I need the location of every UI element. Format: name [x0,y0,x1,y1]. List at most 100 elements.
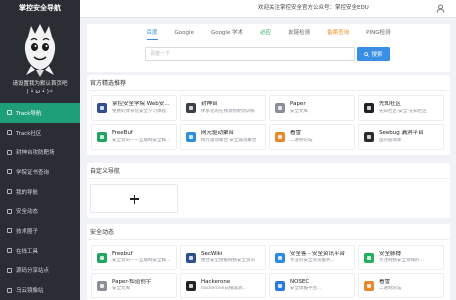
custom-nav-section: 自定义导航 [87,163,450,218]
site-card[interactable]: Freebuf 安全资讯——互联网安全媒体... [91,245,177,270]
search-engine-tabs: 百度 Google Google 学术 必应 友链检测 备案查询 PING检测 [87,30,450,40]
site-description: 专业的安全资讯服务... [290,258,335,263]
site-card[interactable]: 封神台 体系化的在线攻防靶场训练 [180,95,266,121]
hackerone-icon [186,280,196,291]
site-card[interactable]: 看雪 二进制论坛 [269,124,355,150]
section-title: 安全动态 [90,229,115,236]
xianzhi-icon [364,103,374,113]
tool-icon [7,248,12,254]
site-title: Seebug 漏洞平台 [379,130,424,136]
site-text: Seebug 漏洞平台 国内漏洞库 [379,130,440,144]
nosec-icon [275,280,285,291]
search-engine-tab[interactable]: PING检测 [366,30,390,40]
site-card[interactable]: 安全客 - 安全资讯平台 专业的安全资讯服务... [269,245,355,270]
sidebar-item[interactable]: 技术圈子 [0,221,80,241]
sidebar-item[interactable]: Track导航 [0,103,80,123]
site-card[interactable]: 安全脉搏 专注网络安全领域的... [358,245,444,270]
sidebar-item-label: 安全动态 [16,209,39,216]
sidebar-menu: Track导航 Track社区 封神台攻防靶场 学院证书查询 我的导航 安全动态… [0,103,80,300]
site-text: Freebuf 安全资讯——互联网安全媒体... [112,251,173,265]
search-input[interactable] [145,47,355,61]
site-card[interactable]: FreeBuf 安全资讯——互联网安全媒... [91,124,177,150]
search-engine-tab[interactable]: 友链检测 [288,30,310,40]
plus-icon [130,194,139,204]
secwiki-icon [186,252,196,263]
site-card[interactable]: 掌控安全学院 Web安全... 免费的体系化安全学习课程 [91,95,177,121]
target-icon [7,149,12,155]
site-card[interactable]: 看雪 二进制论坛 [358,273,444,298]
sidebar: 掌控安全导航 请设置我为默认首页吧 ( •̀ ω •́ )✧ Track导航 T… [0,0,80,300]
sidebar-item-label: Track导航 [16,110,42,117]
site-card[interactable]: Paper-知道创宇 安全文库 [91,273,177,298]
site-card[interactable]: Hackerone hackerone白帽漏洞... [180,273,266,298]
secpulse-icon [364,252,374,263]
search-engine-tab[interactable]: 必应 [260,30,271,40]
site-title: 封神台 [201,101,218,107]
site-description: 国内漏洞库 [379,137,402,143]
site-description: 体系化的在线攻防靶场训练 [201,108,255,114]
sidebar-item-label: 技术圈子 [16,228,39,235]
site-title: SecWiki [201,250,223,257]
section-divider [87,90,450,91]
site-text: Paper 安全文库 [290,101,351,115]
sidebar-item-label: 封神台攻防靶场 [16,150,55,157]
site-text: 掌控安全学院 Web安全... 免费的体系化安全学习课程 [112,101,173,115]
sidebar-item[interactable]: 源码分享站点 [0,261,80,281]
site-card[interactable]: Seebug 漏洞平台 国内漏洞库 [358,124,444,150]
sidebar-item[interactable]: 封神台攻防靶场 [0,142,80,162]
search-engine-tab[interactable]: Google 学术 [211,30,243,40]
certificate-icon [7,169,12,175]
main-content: 百度 Google Google 学术 必应 友链检测 备案查询 PING检测 … [80,18,456,300]
tagline-emoticon: ( •̀ ω •́ )✧ [26,89,54,95]
official-picks-grid: 掌控安全学院 Web安全... 免费的体系化安全学习课程 封神台 体系化的在线攻… [91,95,446,150]
sidebar-item[interactable]: 学院证书查询 [0,162,80,182]
site-description: 二进制论坛 [290,137,313,143]
site-card[interactable]: 网元驱动聚合 网元驱动聚合 安全漏洞聚合 [180,124,266,150]
site-text: 先知社区 先知社区·安全·先知社区 [379,101,440,115]
top-bar: 欢迎关注掌控安全官方公众号：掌控安全EDU [80,0,456,18]
site-card[interactable]: NOSEC 安全情报平台... [269,273,355,298]
site-description: 二进制论坛 [379,286,402,291]
wechat-notice: 欢迎关注掌控安全官方公众号：掌控安全EDU [258,5,369,11]
site-card[interactable]: Paper 安全文库 [269,95,355,121]
anquanke-icon [275,252,285,263]
sidebar-item-label: 学院证书查询 [16,169,50,176]
site-description: 安全资讯——互联网安全媒体... [112,258,173,263]
sidebar-item[interactable]: 在线工具 [0,241,80,261]
search-button[interactable]: 搜索 [357,47,390,61]
search-panel: 百度 Google Google 学术 必应 友链检测 备案查询 PING检测 … [87,24,450,72]
sidebar-item[interactable]: 乌云镜像站 [0,280,80,300]
site-description: 安全文库 [290,108,308,114]
site-title: NOSEC [290,278,310,285]
site-title: Hackerone [201,278,231,285]
sidebar-item[interactable]: 我的导航 [0,182,80,202]
sidebar-item[interactable]: 安全动态 [0,201,80,221]
section-title: 自定义导航 [90,168,121,175]
sidebar-item[interactable]: Track社区 [0,123,80,143]
security-news-grid: Freebuf 安全资讯——互联网安全媒体... SecWiki 整合安全依据网… [91,245,446,298]
site-text: 看雪 二进制论坛 [379,279,440,293]
site-card[interactable]: SecWiki 整合安全依据网络安全资讯 [180,245,266,270]
sidebar-item-label: 在线工具 [16,248,39,255]
site-description: 安全资讯——互联网安全媒... [112,137,171,143]
freebuf-icon [97,132,107,142]
kanxue-icon [275,132,285,142]
site-card[interactable]: 先知社区 先知社区·安全·先知社区 [358,95,444,121]
site-title[interactable]: 掌控安全导航 [0,3,80,13]
sidebar-item-label: 我的导航 [16,189,39,196]
site-text: NOSEC 安全情报平台... [290,279,351,293]
search-button-label: 搜索 [371,52,383,58]
site-title: Paper-知道创宇 [112,278,152,285]
site-description: 免费的体系化安全学习课程 [112,108,166,114]
sidebar-item-label: 源码分享站点 [16,268,50,275]
add-custom-link-button[interactable] [90,184,178,213]
freebuf-icon [97,252,107,263]
site-text: SecWiki 整合安全依据网络安全资讯 [201,251,262,265]
search-engine-tab[interactable]: 备案查询 [327,30,349,40]
site-text: 安全客 - 安全资讯平台 专业的安全资讯服务... [290,251,351,265]
circle-icon [7,228,12,234]
search-engine-tab[interactable]: 百度 [146,30,158,40]
search-engine-tab[interactable]: Google [175,30,194,40]
community-icon [7,130,12,136]
user-icon[interactable] [436,4,445,13]
